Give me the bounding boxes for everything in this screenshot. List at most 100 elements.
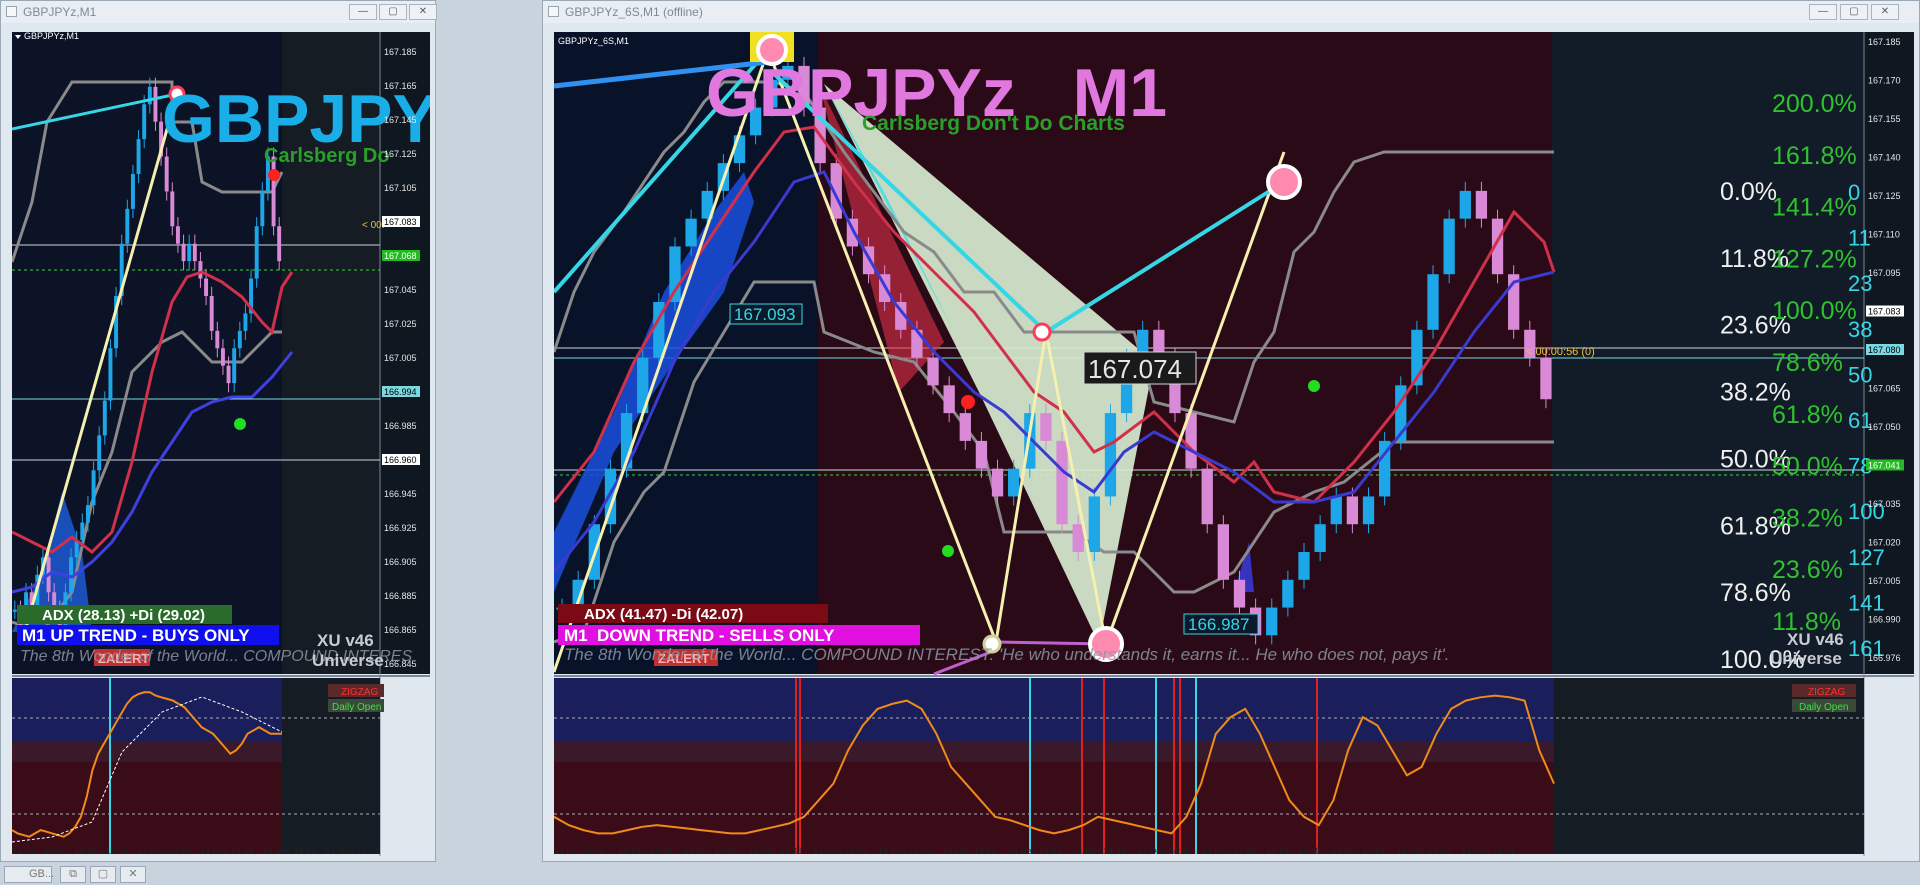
price-axis-label: 166.985 [384, 421, 417, 431]
left-title-bar[interactable]: GBPJPYz,M1 — ▢ ✕ [1, 1, 437, 23]
left-adx-text: ADX (28.13) +Di (29.02) [42, 607, 205, 624]
price-axis-label: 167.065 [1868, 384, 1901, 394]
candle-body [1104, 413, 1117, 497]
right-level-label-mid: 167.074 [1088, 354, 1182, 384]
candle-body [733, 135, 746, 164]
candle-body [220, 348, 225, 366]
candle-body [198, 261, 203, 279]
price-axis-label: 167.083 [1868, 307, 1901, 317]
chart-window-icon [548, 6, 559, 17]
candle-body [1040, 413, 1052, 441]
time-axis-label: 14 Dec 14:35 [684, 846, 738, 856]
candle-body [1008, 468, 1020, 497]
right-subtitle: Carlsberg Don't Do Charts [862, 112, 1125, 135]
right-green-dot [942, 545, 954, 557]
price-axis-label: 167.185 [1868, 37, 1901, 47]
candle-body [1233, 579, 1246, 608]
right-level-label-low: 166.987 [1188, 615, 1249, 634]
price-axis-label: 167.140 [1868, 153, 1901, 163]
price-axis-label: 167.035 [1868, 499, 1901, 509]
candle-body [1266, 607, 1278, 636]
time-axis-label: 14 Dec 14:44 [1072, 846, 1126, 856]
price-axis-label: 167.165 [384, 81, 417, 91]
price-axis-label: 166.925 [384, 523, 417, 533]
candle-body [1088, 496, 1100, 552]
taskbar-close-button[interactable]: ✕ [120, 866, 146, 883]
right-title-bar[interactable]: GBPJPYz_6S,M1 (offline) — ▢ ✕ [543, 1, 1919, 23]
candle-body [85, 505, 90, 523]
left-daily-open-label: Daily Open [332, 702, 381, 713]
time-axis-label: 14 Dec 14:30 [137, 846, 191, 856]
candle-body [685, 218, 697, 247]
candle-body [1362, 496, 1375, 525]
right-adx-text: ADX (41.47) -Di (42.07) [584, 606, 743, 623]
candle-body [215, 330, 220, 349]
fib-level-label: 100.0% [1772, 297, 1857, 325]
fib-level-label: 61.8% [1772, 401, 1843, 429]
candle-body [170, 191, 175, 227]
fib-level-label: 23.6% [1772, 556, 1843, 584]
candle-body [237, 330, 242, 349]
close-button[interactable]: ✕ [1871, 4, 1899, 20]
fib-level-label: 127.2% [1772, 245, 1857, 273]
minimized-chart-label: GB... [29, 868, 55, 880]
minimized-chart-tab[interactable]: GB... [4, 866, 55, 883]
candle-body [1330, 496, 1342, 525]
right-chart-svg[interactable]: 167.093 167.074 166.987 GBPJPYz M1 Carls… [554, 32, 1914, 856]
candle-body [108, 348, 113, 401]
time-axis-label: 14 Dec 14:38 [200, 846, 254, 856]
fib-level-label: 127 [1848, 545, 1885, 570]
left-chart-svg[interactable]: GBPJPY Carlsberg Do < 00: ADX (28.13) +D… [12, 32, 430, 856]
price-axis-label: 167.185 [384, 47, 417, 57]
right-chart-label: GBPJPYz_6S,M1 [558, 36, 629, 46]
left-red-dot [268, 169, 280, 181]
price-axis-label: 166.905 [384, 557, 417, 567]
left-universe-text: Universe [312, 651, 384, 670]
candle-body [142, 104, 147, 140]
price-axis-label: 167.110 [1868, 230, 1900, 240]
time-axis-label: 14 Dec 14:51 [1332, 846, 1386, 856]
right-green-dot-2 [1308, 380, 1320, 392]
candle-body [136, 139, 141, 174]
left-trend-text: M1 UP TREND - BUYS ONLY [22, 626, 250, 645]
fib-level-label: 78.6% [1772, 349, 1843, 377]
price-axis-label: 167.005 [1868, 576, 1901, 586]
price-axis-label: 167.125 [384, 149, 417, 159]
price-axis-label: 167.155 [1868, 114, 1901, 124]
close-button[interactable]: ✕ [409, 4, 437, 20]
right-window-title: GBPJPYz_6S,M1 (offline) [565, 5, 703, 19]
fib-level-label: 50.0% [1772, 453, 1843, 481]
candle-body [1540, 357, 1552, 400]
price-axis-label: 166.845 [384, 659, 417, 669]
time-axis-label: 14 Dec 14:22 [75, 846, 129, 856]
candle-body [1282, 579, 1294, 608]
taskbar: GB... ⧉ ▢ ✕ [0, 862, 1920, 885]
osc-axis-label: 30 [1868, 810, 1878, 820]
price-axis-label: 167.095 [1868, 268, 1901, 278]
price-axis-label: 166.945 [384, 489, 417, 499]
fib-level-label: 161.8% [1772, 142, 1857, 170]
taskbar-maximize-button[interactable]: ▢ [90, 866, 116, 883]
left-subtitle: Carlsberg Do [264, 145, 390, 167]
osc-axis-label: 0 [384, 844, 389, 854]
candle-body [125, 208, 130, 244]
left-xu-text: XU v46 [317, 631, 374, 650]
candle-body [97, 435, 102, 471]
time-axis-label: 14 Dec 14:43 [1008, 846, 1062, 856]
maximize-button[interactable]: ▢ [1840, 4, 1868, 20]
minimize-button[interactable]: — [1809, 4, 1837, 20]
time-axis-label: 14 Dec 14:36 [748, 846, 802, 856]
chart-window-icon [6, 6, 17, 17]
candle-body [927, 357, 939, 386]
candle-body [187, 243, 192, 262]
left-chart-label: GBPJPYz,M1 [24, 32, 79, 41]
candle-body [164, 156, 169, 192]
time-axis-label: 14 Dec 14:41 [943, 846, 997, 856]
taskbar-restore-button[interactable]: ⧉ [60, 866, 86, 883]
left-window-title: GBPJPYz,M1 [23, 5, 97, 19]
maximize-button[interactable]: ▢ [379, 4, 407, 20]
candle-body [271, 156, 276, 227]
minimize-button[interactable]: — [349, 4, 377, 20]
candle-body [12, 609, 17, 612]
right-pivot-marker [1032, 322, 1052, 342]
